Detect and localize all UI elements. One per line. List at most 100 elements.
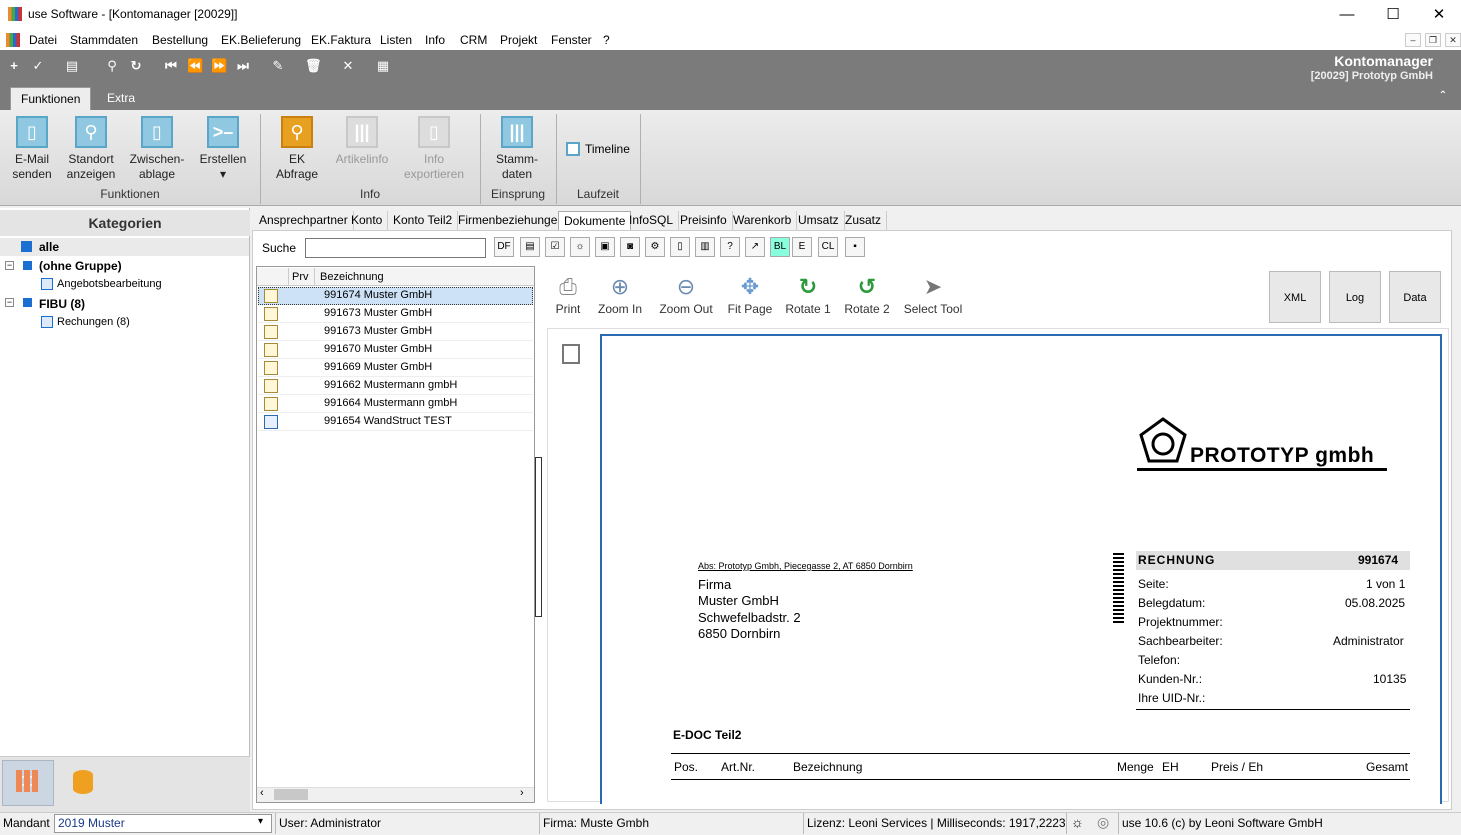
scrollbar-thumb[interactable]	[274, 789, 308, 800]
bl-icon[interactable]: BL	[770, 237, 790, 257]
tab-konto-teil2[interactable]: Konto Teil2	[388, 211, 459, 230]
ribbon-separator	[640, 114, 641, 204]
rotate-2-button[interactable]: ↺ Rotate 2	[844, 272, 890, 316]
checklist-icon[interactable]: ☑	[545, 237, 565, 257]
chart-icon[interactable]: ▥	[695, 237, 715, 257]
tab-konto[interactable]: Konto	[346, 211, 389, 230]
fit-page-button[interactable]: ✥ Fit Page	[727, 272, 773, 316]
mdi-minimize-button[interactable]: –	[1405, 33, 1421, 47]
scroll-right-icon[interactable]: ›	[520, 787, 524, 799]
zoom-out-button[interactable]: ⊖ Zoom Out	[656, 272, 716, 316]
tree-item-ohne-gruppe[interactable]: (ohne Gruppe)	[39, 259, 122, 273]
mdi-restore-button[interactable]: ❐	[1425, 33, 1441, 47]
search-icon[interactable]: ⚲	[104, 58, 120, 74]
image-icon[interactable]: ▣	[595, 237, 615, 257]
database-icon[interactable]	[73, 770, 93, 794]
menu-stammdaten[interactable]: Stammdaten	[70, 33, 138, 47]
next-record-icon[interactable]: ⏩	[211, 58, 227, 74]
last-record-icon[interactable]: ⏭	[235, 58, 251, 74]
tab-preisinfo[interactable]: Preisinfo	[675, 211, 733, 230]
grid-icon[interactable]: ▦	[375, 58, 391, 74]
scroll-left-icon[interactable]: ‹	[260, 787, 264, 799]
save-icon[interactable]: ▪	[845, 237, 865, 257]
mdi-close-button[interactable]: ✕	[1445, 33, 1461, 47]
menu-info[interactable]: Info	[425, 33, 445, 47]
menu-crm[interactable]: CRM	[460, 33, 487, 47]
tab-dokumente[interactable]: Dokumente	[558, 211, 632, 230]
page-icon[interactable]: ▯	[670, 237, 690, 257]
scan-icon[interactable]: ◙	[620, 237, 640, 257]
close-button[interactable]: ✕	[1416, 0, 1461, 30]
mdi-icon[interactable]	[6, 33, 20, 47]
tab-warenkorb[interactable]: Warenkorb	[728, 211, 798, 230]
help-doc-icon[interactable]: ?	[720, 237, 740, 257]
info-exportieren-button[interactable]: ▯ Info exportieren	[402, 116, 466, 182]
stammdaten-button[interactable]: ||| Stamm-daten	[490, 116, 544, 182]
column-bezeichnung[interactable]: Bezeichnung	[320, 271, 384, 283]
tab-infosql[interactable]: InfoSQL	[624, 211, 680, 230]
cl-button[interactable]: CL	[818, 237, 838, 257]
rotate-1-button[interactable]: ↻ Rotate 1	[785, 272, 831, 316]
sun-status-icon[interactable]: ☼	[1071, 814, 1084, 830]
select-tool-button[interactable]: ➤ Select Tool	[903, 272, 963, 316]
email-send-button[interactable]: ▯ E-Mail senden	[10, 116, 54, 182]
delete-icon[interactable]: 🗑	[305, 58, 322, 74]
sun-icon[interactable]: ☼	[570, 237, 590, 257]
pages-thumbnail-icon[interactable]	[562, 344, 580, 364]
invoice-doc-icon	[264, 343, 278, 357]
tree-item-alle[interactable]	[0, 238, 249, 256]
artikelinfo-button[interactable]: ||| Artikelinfo	[332, 116, 392, 167]
ek-abfrage-button[interactable]: ⚲ EK Abfrage	[272, 116, 322, 182]
tab-umsatz[interactable]: Umsatz	[793, 211, 845, 230]
cancel-icon[interactable]: ✕	[340, 58, 356, 74]
minimize-button[interactable]: —	[1324, 0, 1370, 30]
tree-item-angebotsbearbeitung[interactable]: Angebotsbearbeitung	[57, 278, 162, 290]
menu-ek-belieferung[interactable]: EK.Belieferung	[221, 33, 301, 47]
search-input[interactable]	[305, 238, 486, 258]
menu-help[interactable]: ?	[603, 33, 610, 47]
tab-firmenbeziehungen[interactable]: Firmenbeziehungen	[453, 211, 571, 230]
doc-icon[interactable]: ▤	[520, 237, 540, 257]
refresh-icon[interactable]: ↻	[128, 58, 144, 74]
xml-button[interactable]: XML	[1269, 271, 1321, 323]
data-button[interactable]: Data	[1389, 271, 1441, 323]
e-button[interactable]: E	[792, 237, 812, 257]
previous-record-icon[interactable]: ⏪	[187, 58, 203, 74]
log-button[interactable]: Log	[1329, 271, 1381, 323]
menu-datei[interactable]: Datei	[29, 33, 57, 47]
df-button[interactable]: DF	[494, 237, 514, 257]
print-icon[interactable]: ▤	[64, 58, 80, 74]
settings-icon[interactable]: ⚙	[645, 237, 665, 257]
first-record-icon[interactable]: ⏮	[163, 58, 179, 74]
menu-listen[interactable]: Listen	[380, 33, 412, 47]
connection-icon[interactable]: ◎	[1097, 814, 1109, 831]
column-prv[interactable]: Prv	[292, 271, 309, 283]
tab-zusatz[interactable]: Zusatz	[840, 211, 888, 230]
menu-bestellung[interactable]: Bestellung	[152, 33, 208, 47]
menu-projekt[interactable]: Projekt	[500, 33, 537, 47]
tree-item-rechnungen[interactable]: Rechungen (8)	[57, 316, 130, 328]
chevron-down-icon[interactable]: ▾	[258, 816, 263, 827]
collapse-ribbon-icon[interactable]: ⌃	[1435, 88, 1451, 104]
zwischenablage-button[interactable]: ▯ Zwischen-ablage	[128, 116, 186, 182]
field-label: Belegdatum:	[1138, 596, 1206, 610]
collapse-icon[interactable]: −	[5, 261, 14, 270]
tab-extra[interactable]: Extra	[97, 87, 145, 110]
collapse-icon[interactable]: −	[5, 298, 14, 307]
menu-fenster[interactable]: Fenster	[551, 33, 592, 47]
splitter-handle[interactable]	[535, 457, 542, 617]
menu-ek-faktura[interactable]: EK.Faktura	[311, 33, 371, 47]
tab-ansprechpartner[interactable]: Ansprechpartner	[254, 211, 354, 230]
timeline-checkbox[interactable]	[566, 142, 580, 156]
erstellen-button[interactable]: >– Erstellen ▾	[198, 116, 248, 182]
zoom-in-button[interactable]: ⊕ Zoom In	[595, 272, 645, 316]
open-external-icon[interactable]: ↗	[745, 237, 765, 257]
standort-button[interactable]: ⚲ Standort anzeigen	[64, 116, 118, 182]
add-icon[interactable]: +	[6, 58, 22, 74]
maximize-button[interactable]: ☐	[1370, 0, 1416, 30]
print-button[interactable]: ⎙ Print	[553, 272, 583, 316]
check-icon[interactable]: ✓	[30, 58, 46, 74]
tree-item-fibu[interactable]: FIBU (8)	[39, 297, 85, 311]
edit-icon[interactable]: ✎	[270, 58, 286, 74]
tab-funktionen[interactable]: Funktionen	[10, 87, 92, 110]
